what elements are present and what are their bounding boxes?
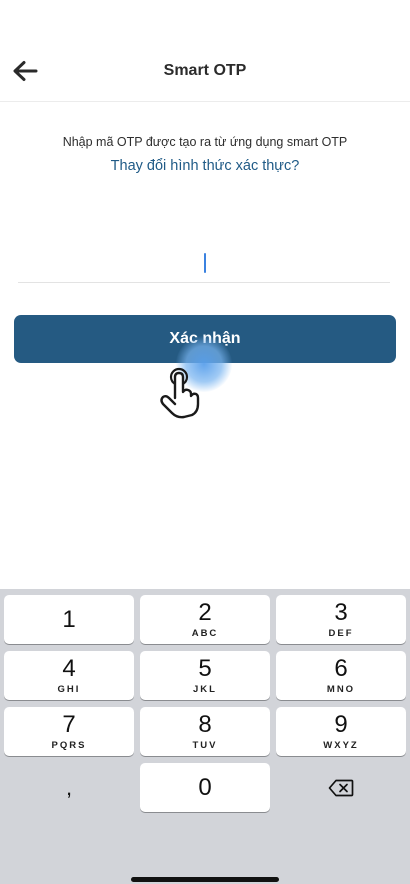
- key-digit: 3: [334, 598, 348, 626]
- key-letters: MNO: [326, 683, 356, 695]
- key-delete[interactable]: [276, 763, 406, 812]
- key-2[interactable]: 2 ABC: [140, 595, 270, 644]
- otp-instruction: Nhập mã OTP được tạo ra từ ứng dụng smar…: [62, 135, 348, 149]
- confirm-button[interactable]: Xác nhận: [14, 315, 396, 363]
- key-digit: ,: [65, 774, 73, 800]
- key-digit: 4: [62, 654, 76, 682]
- text-cursor: [204, 253, 206, 273]
- key-digit: 7: [62, 710, 76, 738]
- key-0[interactable]: 0: [140, 763, 270, 812]
- key-letters: PQRS: [51, 739, 87, 751]
- otp-input[interactable]: [18, 240, 390, 283]
- change-auth-method-link[interactable]: Thay đổi hình thức xác thực?: [0, 158, 410, 174]
- key-digit: 1: [62, 605, 76, 633]
- home-indicator: [131, 877, 279, 882]
- page-title: Smart OTP: [163, 62, 247, 79]
- key-letters: GHI: [57, 683, 81, 695]
- key-9[interactable]: 9 WXYZ: [276, 707, 406, 756]
- key-digit: 5: [198, 654, 212, 682]
- key-digit: 0: [198, 773, 212, 801]
- key-5[interactable]: 5 JKL: [140, 651, 270, 700]
- key-letters: TUV: [192, 739, 218, 751]
- key-digit: 9: [334, 710, 348, 738]
- tap-hand-icon: [160, 367, 200, 419]
- top-bar: Smart OTP: [0, 0, 410, 102]
- key-8[interactable]: 8 TUV: [140, 707, 270, 756]
- key-7[interactable]: 7 PQRS: [4, 707, 134, 756]
- key-1[interactable]: 1: [4, 595, 134, 644]
- key-letters: DEF: [328, 627, 354, 639]
- key-6[interactable]: 6 MNO: [276, 651, 406, 700]
- key-comma[interactable]: ,: [4, 763, 134, 812]
- key-digit: 8: [198, 710, 212, 738]
- key-digit: 2: [198, 598, 212, 626]
- key-3[interactable]: 3 DEF: [276, 595, 406, 644]
- numeric-keypad: 1 2 ABC 3 DEF 4 GHI 5 JKL 6 MNO 7 PQRS 8…: [0, 589, 410, 884]
- key-letters: WXYZ: [323, 739, 359, 751]
- key-letters: ABC: [191, 627, 219, 639]
- key-letters: JKL: [193, 683, 217, 695]
- backspace-icon: [328, 779, 354, 796]
- key-4[interactable]: 4 GHI: [4, 651, 134, 700]
- key-digit: 6: [334, 654, 348, 682]
